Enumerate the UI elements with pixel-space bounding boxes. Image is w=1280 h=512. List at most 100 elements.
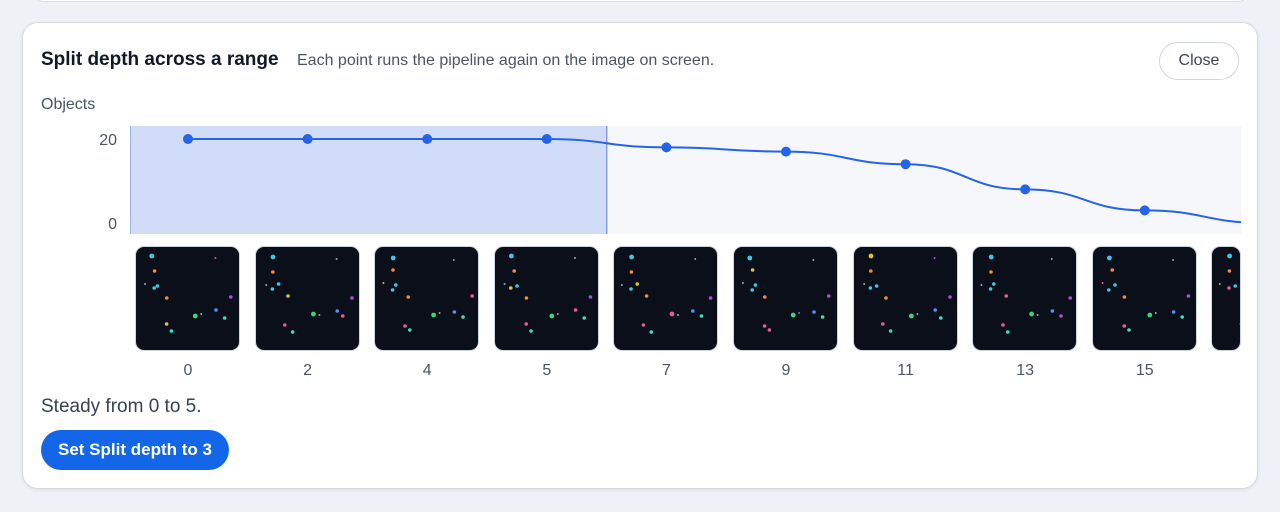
detected-object-dot [391,268,395,272]
detected-object-dot [709,296,713,300]
detected-object-dot [1050,309,1055,313]
detected-object-dot [290,330,294,334]
detected-object-dot [1186,294,1190,298]
detected-object-dot [1126,328,1131,332]
detected-object-dot [750,268,755,272]
data-point [1020,184,1031,195]
detected-object-dot [988,254,994,260]
detected-object-dot [1147,312,1152,318]
detected-object-dot [868,286,872,290]
detected-object-dot [767,328,772,332]
data-point [422,134,433,144]
detected-object-dot [988,287,993,291]
thumbnail-dots [503,253,592,333]
detected-object-dot [1122,295,1126,299]
detected-object-dot [1106,255,1112,261]
detected-object-dot [883,296,888,300]
result-thumbnail[interactable] [1211,246,1241,351]
x-tick-label: 7 [661,362,671,379]
detected-object-dot [270,287,274,291]
detected-object-dot [1239,323,1240,325]
detected-object-dot [317,314,320,316]
detected-object-dot [932,308,937,312]
result-thumbnail[interactable] [493,246,599,351]
detected-object-dot [408,328,412,332]
result-thumbnail[interactable] [1091,246,1197,351]
detected-object-dot [862,283,865,285]
detected-object-dot [641,323,646,327]
detected-object-dot [394,283,398,287]
x-tick-label: 2 [303,362,313,379]
detected-object-dot [470,294,475,298]
data-point [900,159,911,170]
detected-object-dot [192,313,198,319]
thumbnail-dots [742,255,831,332]
detected-object-dot [1227,253,1233,259]
thumbnail-dots [264,254,354,334]
detected-object-dot [629,254,635,260]
stability-summary: Steady from 0 to 5. [41,396,202,417]
result-thumbnail[interactable] [852,246,958,351]
detected-object-dot [452,259,455,261]
detected-object-dot [149,253,155,259]
detected-object-dot [452,310,457,314]
detected-object-dot [335,258,338,260]
detected-object-dot [382,282,385,284]
x-tick-label: 9 [781,362,791,379]
detected-object-dot [629,270,634,274]
x-tick-label: 5 [542,362,552,379]
detected-object-dot [512,269,516,273]
detected-object-dot [1036,314,1039,316]
detected-object-dot [742,282,744,284]
detected-object-dot [503,283,506,285]
x-tick-label: 4 [422,362,432,379]
detected-object-dot [1227,269,1232,273]
detected-object-dot [556,313,559,315]
thumbnail-dots [144,253,233,333]
y-tick-label: 0 [108,216,117,233]
result-thumbnail[interactable] [733,246,838,351]
detected-object-dot [933,257,936,259]
detected-object-dot [790,312,796,318]
detected-object-dot [508,286,513,290]
set-split-depth-button[interactable]: Set Split depth to 3 [41,430,229,470]
detected-object-dot [573,308,578,312]
detected-object-dot [340,314,345,318]
detected-object-dot [763,295,767,299]
thumbnail-dots [1219,253,1240,325]
detected-object-dot [1068,296,1073,300]
detected-object-dot [880,322,885,326]
result-thumbnail[interactable] [972,246,1078,351]
detected-object-dot [762,324,767,328]
detected-object-dot [1233,284,1238,288]
data-point [661,142,672,153]
detected-object-dot [812,259,815,261]
detected-object-dot [270,270,275,274]
detected-object-dot [514,284,519,288]
detected-object-dot [1180,315,1184,319]
detected-object-dot [390,255,396,261]
detected-object-dot [989,270,993,274]
detected-object-dot [438,312,441,314]
data-point [541,134,552,144]
detected-object-dot [390,288,395,292]
detected-object-dot [508,253,514,259]
detected-object-dot [677,314,680,316]
detected-object-dot [169,329,174,333]
detected-object-dot [1171,259,1174,261]
detected-object-dot [629,287,634,291]
x-tick-label: 11 [897,362,914,379]
result-thumbnail[interactable] [374,246,480,351]
x-tick-label: 15 [1135,362,1154,379]
thumbnail-dots [1101,255,1190,332]
result-thumbnail[interactable] [254,246,360,351]
detected-object-dot [222,316,227,320]
detected-object-dot [276,282,280,286]
detected-object-dot [588,295,592,299]
result-thumbnail[interactable] [613,246,719,351]
result-thumbnail[interactable] [135,246,240,351]
detected-object-dot [1101,282,1104,284]
previous-card-edge [36,0,1246,2]
x-tick-label: 13 [1016,362,1035,379]
detected-object-dot [528,329,533,333]
